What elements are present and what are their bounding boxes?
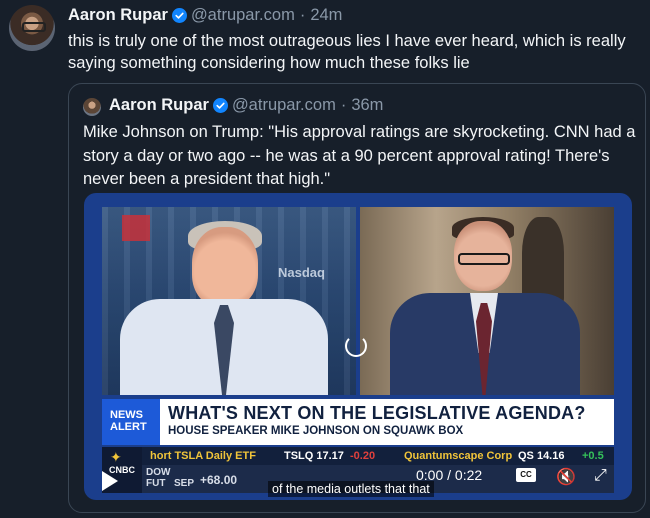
quoted-post-time[interactable]: 36m: [351, 96, 383, 115]
quoted-post[interactable]: Aaron Rupar @atrupar.com · 36m Mike John…: [68, 83, 646, 513]
ticker-item: +0.5: [582, 450, 604, 462]
lower-third: NEWS ALERT WHAT'S NEXT ON THE LEGISLATIV…: [102, 399, 614, 445]
post-header: Aaron Rupar @atrupar.com · 24m: [68, 6, 342, 25]
play-icon[interactable]: [102, 471, 118, 491]
ticker-board: [122, 215, 150, 241]
chyron-headline: WHAT'S NEXT ON THE LEGISLATIVE AGENDA?: [168, 403, 586, 423]
separator: ·: [340, 96, 347, 114]
speaker-glasses: [458, 253, 510, 265]
closed-captions-icon[interactable]: CC: [516, 468, 536, 482]
video-time: 0:00 / 0:22: [416, 467, 483, 483]
author-avatar[interactable]: [9, 5, 55, 51]
anchor-face: [192, 227, 258, 307]
quoted-text: Mike Johnson on Trump: "His approval rat…: [83, 123, 636, 188]
verified-badge-icon: [171, 8, 187, 23]
video-right-panel: [360, 207, 614, 395]
video-caption: of the media outlets that that: [268, 481, 434, 497]
quoted-author-handle[interactable]: @atrupar.com: [232, 96, 336, 115]
nasdaq-watermark: Nasdaq: [278, 265, 325, 280]
separator: ·: [299, 6, 306, 24]
author-name[interactable]: Aaron Rupar: [68, 6, 168, 25]
ticker-item: hort TSLA Daily ETF: [150, 450, 256, 462]
quoted-author-avatar[interactable]: [83, 98, 101, 116]
author-handle[interactable]: @atrupar.com: [191, 6, 295, 25]
ticker-item: Quantumscape Corp: [404, 450, 513, 462]
chyron-subhead: HOUSE SPEAKER MIKE JOHNSON ON SQUAWK BOX: [168, 425, 464, 437]
ticker-item: TSLQ 17.17: [284, 450, 344, 462]
fullscreen-icon[interactable]: ⤢: [594, 467, 607, 485]
video-left-panel: Nasdaq: [102, 207, 356, 395]
quoted-header: Aaron Rupar @atrupar.com · 36m: [109, 96, 383, 115]
ticker-item: QS 14.16: [518, 450, 565, 462]
quoted-author-name[interactable]: Aaron Rupar: [109, 96, 209, 115]
news-alert-badge: NEWS ALERT: [102, 399, 160, 445]
video-player[interactable]: Nasdaq NEWS ALERT WHAT'S NEXT ON THE LEG…: [84, 193, 632, 500]
mute-icon[interactable]: 🔇: [556, 467, 576, 487]
video-controls: of the media outlets that that 0:00 / 0:…: [84, 463, 632, 500]
ticker-item: -0.20: [350, 450, 376, 462]
post-time[interactable]: 24m: [310, 6, 342, 25]
post-text: this is truly one of the most outrageous…: [68, 32, 626, 72]
verified-badge-icon: [212, 98, 228, 113]
post: Aaron Rupar @atrupar.com · 24m this is t…: [0, 0, 650, 518]
loading-spinner-icon: [345, 335, 367, 357]
